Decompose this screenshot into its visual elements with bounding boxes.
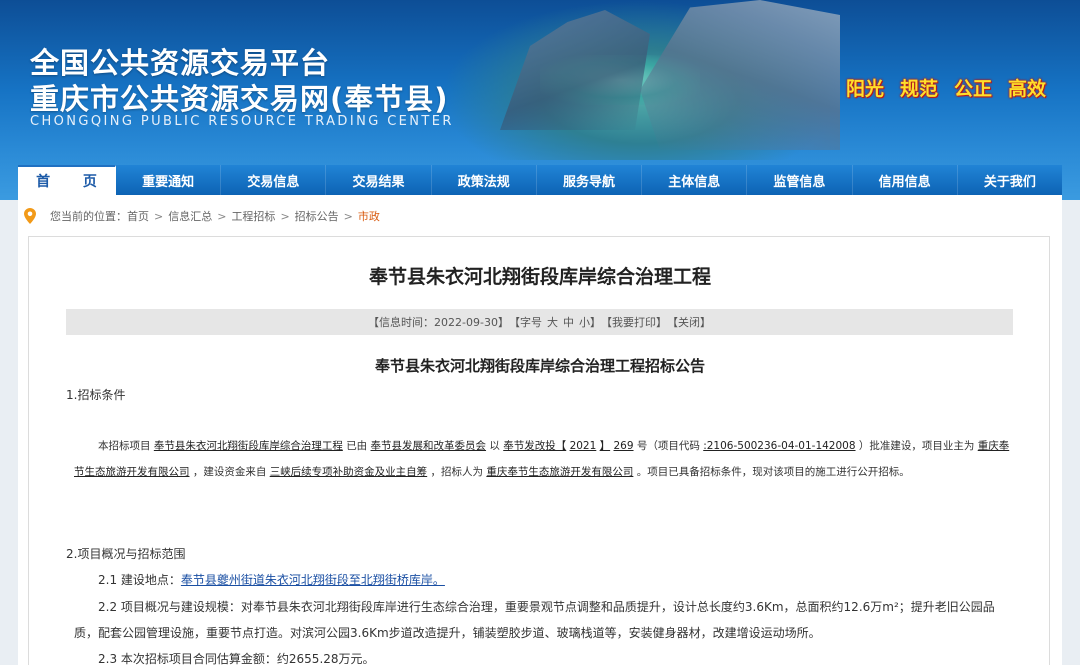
breadcrumb: 您当前的位置： 首页 > 信息汇总 > 工程招标 > 招标公告 > 市政	[24, 208, 380, 224]
breadcrumb-home[interactable]: 首页	[127, 208, 149, 224]
nav-item-notices[interactable]: 重要通知	[116, 165, 222, 195]
font-size-small[interactable]: 小】	[579, 314, 601, 330]
tenderer: 重庆奉节生态旅游开发有限公司	[486, 466, 634, 478]
item1-label: 2.1 建设地点：	[98, 573, 181, 587]
approver: 奉节县发展和改革委员会	[370, 440, 487, 452]
breadcrumb-info-summary[interactable]: 信息汇总	[168, 208, 212, 224]
main-nav: 首 页 重要通知 交易信息 交易结果 政策法规 服务导航 主体信息 监管信息 信…	[18, 165, 1062, 195]
text: ）批准建设，项目业主为	[858, 440, 975, 452]
breadcrumb-separator: >	[280, 209, 290, 223]
section2-item3: 2.3 本次招标项目合同估算金额：约2655.28万元。	[98, 652, 375, 665]
slogan-item: 高效	[1007, 78, 1046, 100]
project-code: :2106-500236-04-01-142008	[703, 440, 856, 452]
text: 。项目已具备招标条件，现对该项目的施工进行公开招标。	[636, 466, 910, 478]
project-name: 奉节县朱衣河北翔街段库岸综合治理工程	[153, 440, 343, 452]
breadcrumb-separator: >	[217, 209, 227, 223]
nav-item-credit[interactable]: 信用信息	[853, 165, 958, 195]
font-size-label: 【字号	[508, 316, 542, 329]
breadcrumb-separator: >	[343, 209, 353, 223]
location-pin-icon	[24, 208, 36, 224]
section1-paragraph: 本招标项目 奉节县朱衣河北翔街段库岸综合治理工程 已由 奉节县发展和改革委员会 …	[74, 433, 1014, 485]
fund-source: 三峡后续专项补助资金及业主自筹	[269, 466, 428, 478]
notice-title: 奉节县朱衣河北翔街段库岸综合治理工程招标公告	[374, 357, 705, 375]
doc-year: 2021	[569, 440, 597, 452]
text: 本招标项目	[98, 440, 151, 452]
article-meta-bar: 【信息时间：2022-09-30】 【字号 大 中 小】 【我要打印】 【关闭】	[66, 309, 1013, 335]
nav-item-supervision[interactable]: 监管信息	[747, 165, 853, 195]
nav-item-trade-results[interactable]: 交易结果	[326, 165, 432, 195]
font-size-large[interactable]: 大	[547, 314, 558, 330]
text: ，招标人为	[430, 466, 484, 478]
info-time: 【信息时间：2022-09-30】	[368, 316, 509, 329]
breadcrumb-current[interactable]: 市政	[358, 208, 380, 224]
print-link[interactable]: 【我要打印】	[601, 314, 667, 330]
nav-item-service-guide[interactable]: 服务导航	[537, 165, 643, 195]
breadcrumb-engineering-tender[interactable]: 工程招标	[231, 208, 275, 224]
article-title: 奉节县朱衣河北翔街段库岸综合治理工程	[368, 266, 711, 288]
slogan-group: 阳光 规范 公正 高效	[846, 74, 1046, 101]
nav-item-trade-info[interactable]: 交易信息	[221, 165, 327, 195]
section2-item2-line1: 2.2 项目概况与建设规模：对奉节县朱衣河北翔街段库岸进行生态综合治理，重要景观…	[98, 600, 995, 614]
breadcrumb-separator: >	[154, 209, 164, 223]
doc-mid: 】	[599, 440, 611, 452]
nav-item-policies[interactable]: 政策法规	[432, 165, 537, 195]
construction-site: 奉节县夔州街道朱衣河北翔街段至北翔街桥库岸。	[180, 573, 445, 587]
site-title-line2: 重庆市公共资源交易网(奉节县)	[30, 82, 449, 116]
breadcrumb-prefix: 您当前的位置：	[50, 210, 127, 223]
nav-item-about[interactable]: 关于我们	[958, 165, 1062, 195]
section2-item1: 2.1 建设地点：奉节县夔州街道朱衣河北翔街段至北翔街桥库岸。	[98, 571, 445, 588]
doc-number: 269	[613, 440, 634, 452]
slogan-item: 规范	[899, 78, 938, 100]
font-size-medium[interactable]: 中	[563, 314, 574, 330]
text: 已由	[346, 440, 368, 452]
text: 以	[489, 440, 500, 452]
text: 号（项目代码	[636, 440, 700, 452]
doc-prefix: 奉节发改投【	[503, 440, 567, 452]
slogan-item: 公正	[953, 78, 992, 100]
section2-item2-line2: 质，配套公园管理设施，重要节点打造。对滨河公园3.6Km步道改造提升，铺装塑胶步…	[74, 626, 821, 640]
close-link[interactable]: 【关闭】	[667, 314, 711, 330]
text: ，建设资金来自	[192, 466, 267, 478]
section2-heading: 2.项目概况与招标范围	[66, 547, 186, 561]
slogan-item: 阳光	[845, 78, 884, 100]
nav-item-entity-info[interactable]: 主体信息	[642, 165, 748, 195]
breadcrumb-tender-notice[interactable]: 招标公告	[295, 208, 339, 224]
site-title-english: CHONGQING PUBLIC RESOURCE TRADING CENTER	[30, 114, 454, 129]
section1-heading: 1.招标条件	[66, 388, 126, 402]
nav-item-home[interactable]: 首 页	[18, 165, 116, 195]
